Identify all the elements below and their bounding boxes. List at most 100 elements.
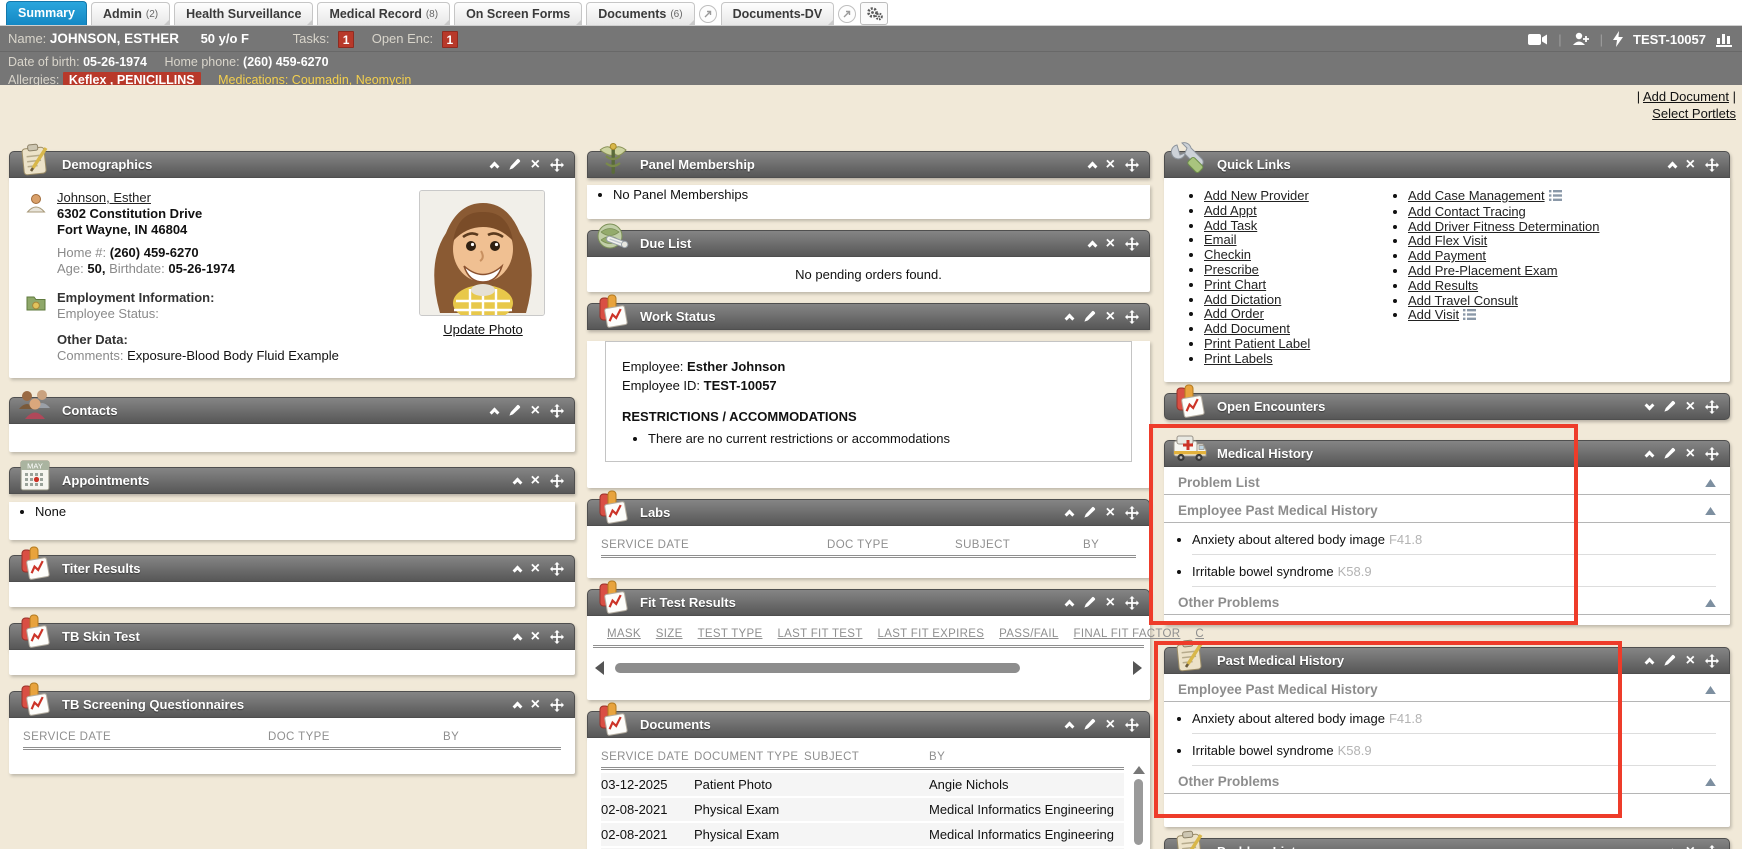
list-item[interactable]: Anxiety about altered body imageF41.8 <box>1192 702 1716 734</box>
collapse-icon[interactable] <box>1646 656 1653 666</box>
collapse-icon[interactable] <box>1066 720 1073 730</box>
move-icon[interactable] <box>1125 506 1139 520</box>
collapse-icon[interactable] <box>491 160 498 170</box>
link-print-chart[interactable]: Print Chart <box>1204 277 1266 292</box>
move-icon[interactable] <box>550 158 564 172</box>
tab-documents-dv[interactable]: Documents-DV <box>721 2 835 25</box>
link-prescribe[interactable]: Prescribe <box>1204 262 1259 277</box>
link-checkin[interactable]: Checkin <box>1204 247 1251 262</box>
move-icon[interactable] <box>1125 596 1139 610</box>
video-camera-icon[interactable] <box>1528 33 1548 46</box>
link-print-patient-label[interactable]: Print Patient Label <box>1204 336 1310 351</box>
tab-medical-record[interactable]: Medical Record(8) <box>317 2 450 25</box>
close-icon[interactable]: × <box>1686 839 1695 849</box>
link-add-appt[interactable]: Add Appt <box>1204 203 1257 218</box>
link-add-contact-tracing[interactable]: Add Contact Tracing <box>1408 204 1526 219</box>
link-add-driver-fitness-determination[interactable]: Add Driver Fitness Determination <box>1408 219 1599 234</box>
collapse-triangle-icon[interactable] <box>1705 475 1716 490</box>
close-icon[interactable]: × <box>1686 441 1695 466</box>
menu-icon[interactable] <box>1549 190 1562 205</box>
add-document-link[interactable]: Add Document <box>1643 89 1729 104</box>
close-icon[interactable]: × <box>531 152 540 177</box>
update-photo-link[interactable]: Update Photo <box>443 322 523 337</box>
list-item[interactable]: Irritable bowel syndromeK58.9 <box>1192 555 1716 587</box>
edit-icon[interactable] <box>1083 506 1096 519</box>
collapse-triangle-icon[interactable] <box>1705 682 1716 697</box>
move-icon[interactable] <box>1125 158 1139 172</box>
table-row[interactable]: 02-08-2021 Physical Exam Medical Informa… <box>601 823 1124 848</box>
close-icon[interactable]: × <box>531 398 540 423</box>
lightning-icon[interactable] <box>1613 31 1623 47</box>
col-header-subject[interactable]: SUBJECT <box>804 751 929 763</box>
collapse-icon[interactable] <box>514 632 521 642</box>
close-icon[interactable]: × <box>531 468 540 493</box>
section-other-problems[interactable]: Other Problems <box>1164 587 1730 615</box>
col-header-service-date[interactable]: SERVICE DATE <box>601 539 827 551</box>
close-icon[interactable]: × <box>531 692 540 717</box>
tab-health-surveillance[interactable]: Health Surveillance <box>174 2 313 25</box>
link-add-dictation[interactable]: Add Dictation <box>1204 292 1281 307</box>
edit-icon[interactable] <box>508 158 521 171</box>
scrollbar-thumb[interactable] <box>1134 779 1143 845</box>
section-employee-past-medical-history[interactable]: Employee Past Medical History <box>1164 495 1730 523</box>
patient-name-link[interactable]: Johnson, Esther <box>57 190 151 205</box>
scroll-right-icon[interactable] <box>1133 661 1142 675</box>
titer-results-header[interactable]: Titer Results × <box>9 555 575 582</box>
move-icon[interactable] <box>550 698 564 712</box>
close-icon[interactable]: × <box>1686 394 1695 419</box>
popout-icon[interactable] <box>699 5 717 23</box>
move-icon[interactable] <box>1705 158 1719 172</box>
link-add-case-management[interactable]: Add Case Management <box>1408 188 1545 203</box>
collapse-icon[interactable] <box>1066 508 1073 518</box>
link-add-task[interactable]: Add Task <box>1204 218 1257 233</box>
gear-icon[interactable] <box>860 2 888 25</box>
demographics-header[interactable]: Demographics × <box>9 151 575 178</box>
close-icon[interactable]: × <box>1106 712 1115 737</box>
col-header-last-fit-test[interactable]: LAST FIT TEST <box>777 628 862 640</box>
menu-icon[interactable] <box>1463 309 1476 324</box>
collapse-icon[interactable] <box>514 476 521 486</box>
edit-icon[interactable] <box>1663 400 1676 413</box>
close-icon[interactable]: × <box>1106 152 1115 177</box>
table-row[interactable]: 03-12-2025 Patient Photo Angie Nichols <box>601 773 1124 798</box>
move-icon[interactable] <box>550 562 564 576</box>
collapse-icon[interactable] <box>1089 160 1096 170</box>
edit-icon[interactable] <box>1083 596 1096 609</box>
collapse-icon[interactable] <box>1669 160 1676 170</box>
col-header-doc-type[interactable]: DOC TYPE <box>268 731 443 743</box>
move-icon[interactable] <box>1705 400 1719 414</box>
fit-test-header[interactable]: Fit Test Results × <box>587 589 1150 616</box>
link-add-payment[interactable]: Add Payment <box>1408 248 1486 263</box>
quick-links-header[interactable]: Quick Links × <box>1164 151 1730 178</box>
scroll-up-icon[interactable] <box>1133 766 1145 774</box>
list-item[interactable]: Irritable bowel syndromeK58.9 <box>1192 734 1716 766</box>
table-row[interactable]: 02-08-2021 Physical Exam Medical Informa… <box>601 798 1124 823</box>
edit-icon[interactable] <box>1663 447 1676 460</box>
collapse-icon[interactable] <box>1066 312 1073 322</box>
link-print-labels[interactable]: Print Labels <box>1204 351 1273 366</box>
col-header-by[interactable]: BY <box>1083 539 1099 551</box>
tb-screening-header[interactable]: TB Screening Questionnaires × <box>9 691 575 718</box>
col-header-subject[interactable]: SUBJECT <box>955 539 1083 551</box>
collapse-icon[interactable] <box>514 700 521 710</box>
work-status-header[interactable]: Work Status × <box>587 303 1150 330</box>
add-person-icon[interactable] <box>1572 32 1590 46</box>
col-header-document-type[interactable]: DOCUMENT TYPE <box>694 751 804 763</box>
col-header-service-date[interactable]: SERVICE DATE <box>23 731 268 743</box>
close-icon[interactable]: × <box>1106 590 1115 615</box>
labs-header[interactable]: Labs × <box>587 499 1150 526</box>
edit-icon[interactable] <box>1663 654 1676 667</box>
problem-list-header[interactable]: Problem List × <box>1164 838 1730 849</box>
col-header-by[interactable]: BY <box>929 751 945 763</box>
close-icon[interactable]: × <box>1106 304 1115 329</box>
close-icon[interactable]: × <box>1686 152 1695 177</box>
link-add-new-provider[interactable]: Add New Provider <box>1204 188 1309 203</box>
link-add-travel-consult[interactable]: Add Travel Consult <box>1408 293 1518 308</box>
col-header-pass-fail[interactable]: PASS/FAIL <box>999 628 1058 640</box>
select-portlets-link[interactable]: Select Portlets <box>1652 106 1736 121</box>
link-add-flex-visit[interactable]: Add Flex Visit <box>1408 233 1487 248</box>
popout-icon[interactable] <box>838 5 856 23</box>
move-icon[interactable] <box>1125 237 1139 251</box>
col-header-doc-type[interactable]: DOC TYPE <box>827 539 955 551</box>
close-icon[interactable]: × <box>531 624 540 649</box>
